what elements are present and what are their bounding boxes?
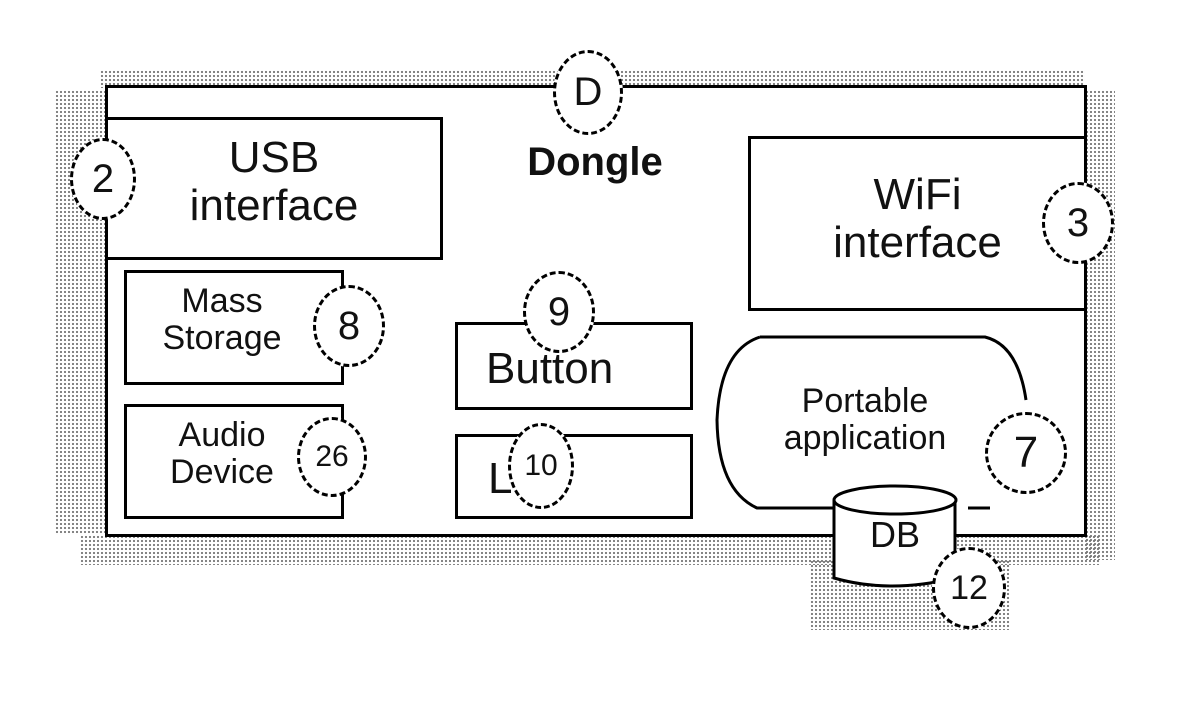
- db-label: DB: [869, 514, 920, 555]
- portable-app-label: Portable application: [760, 382, 970, 458]
- ref-circle-7: 7: [985, 412, 1067, 494]
- ref-circle-12: 12: [932, 547, 1006, 629]
- portable-app-label-line1: Portable: [801, 382, 929, 420]
- portable-app-label-line2: application: [783, 419, 947, 458]
